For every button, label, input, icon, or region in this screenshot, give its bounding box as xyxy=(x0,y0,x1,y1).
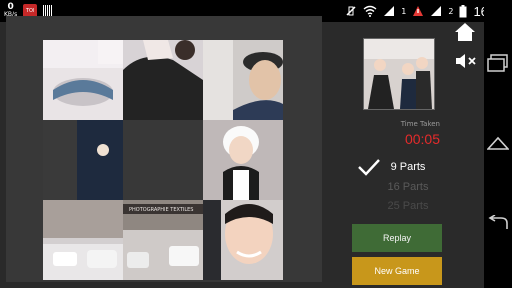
home-icon[interactable] xyxy=(454,22,476,42)
back-icon xyxy=(488,215,508,229)
wifi-icon xyxy=(363,5,377,17)
recents-icon xyxy=(487,54,508,72)
mute-icon[interactable] xyxy=(454,51,478,71)
alert-icon xyxy=(413,6,424,16)
net-speed-value: 0 xyxy=(7,2,14,12)
option-9-parts[interactable]: 9 Parts xyxy=(380,161,436,173)
signal2-icon xyxy=(431,6,442,16)
puzzle-tile[interactable] xyxy=(43,40,123,120)
navigation-bar xyxy=(484,0,512,288)
puzzle-tile[interactable] xyxy=(203,200,283,280)
app-badge-text: TOI xyxy=(25,8,35,14)
shop-sign-text: PHOTOGRAPHIE TEXTILES xyxy=(129,207,193,213)
option-25-parts[interactable]: 25 Parts xyxy=(380,200,436,212)
puzzle-tile[interactable]: PHOTOGRAPHIE TEXTILES xyxy=(123,200,203,280)
home-nav-button[interactable] xyxy=(484,128,512,158)
puzzle-tile[interactable] xyxy=(123,40,203,120)
sim1-label: 1 xyxy=(401,6,407,16)
status-right: 1 2 16:04 xyxy=(345,0,506,22)
nav-home-icon xyxy=(487,136,509,150)
signal-icon xyxy=(384,6,395,16)
puzzle-tile[interactable] xyxy=(43,120,123,200)
puzzle-board: PHOTOGRAPHIE TEXTILES xyxy=(43,40,283,280)
option-16-parts[interactable]: 16 Parts xyxy=(380,181,436,193)
time-taken-value: 00:05 xyxy=(404,131,440,147)
check-icon xyxy=(358,159,380,176)
puzzle-tile[interactable] xyxy=(203,40,283,120)
sim2-label: 2 xyxy=(448,6,454,16)
preview-image xyxy=(363,38,435,110)
replay-button[interactable]: Replay xyxy=(352,224,442,252)
recents-button[interactable] xyxy=(484,48,512,78)
new-game-button[interactable]: New Game xyxy=(352,257,442,285)
back-button[interactable] xyxy=(484,208,512,238)
puzzle-empty-slot[interactable] xyxy=(123,120,203,200)
time-taken-label: Time Taken xyxy=(400,120,440,128)
vibrate-off-icon xyxy=(346,6,356,16)
puzzle-tile[interactable] xyxy=(43,200,123,280)
puzzle-tile[interactable] xyxy=(203,120,283,200)
battery-icon xyxy=(459,4,467,17)
